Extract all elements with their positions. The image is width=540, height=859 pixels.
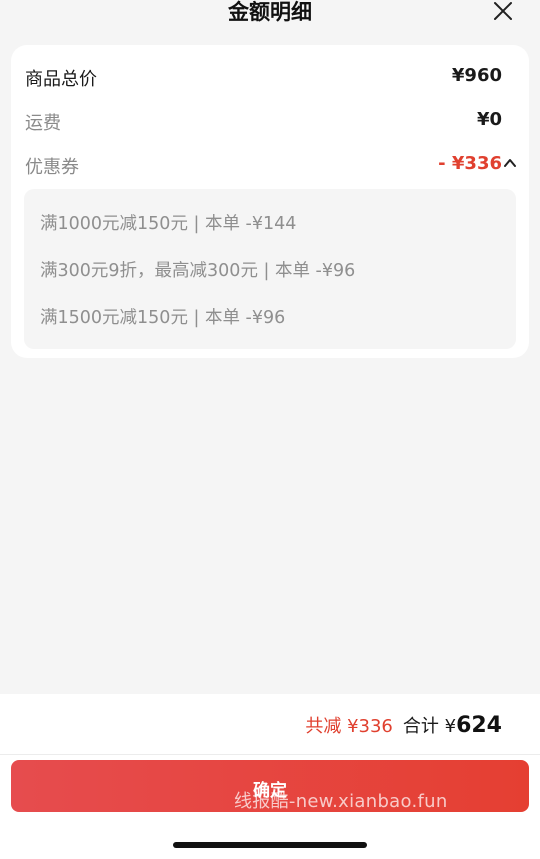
discount-total: 共减 ¥336 xyxy=(305,716,393,737)
amount-detail-sheet: 金额明细 商品总价 ¥960 运费 ¥0 优惠券 - ¥336 满1000元减1… xyxy=(0,0,540,859)
total-value: 624 xyxy=(456,713,502,738)
row-shipping: 运费 ¥0 xyxy=(25,109,515,135)
shipping-value: ¥0 xyxy=(476,109,502,130)
coupon-label: 优惠券 xyxy=(25,157,79,178)
goods-total-label: 商品总价 xyxy=(25,69,97,90)
bottom-bar: 共减 ¥336 合计 ¥624 确定 线报酷-new.xianbao.fun xyxy=(0,694,540,859)
header: 金额明细 xyxy=(0,0,540,30)
order-summary: 共减 ¥336 合计 ¥624 xyxy=(305,712,502,742)
row-goods-total: 商品总价 ¥960 xyxy=(25,65,515,91)
page-title: 金额明细 xyxy=(228,0,312,24)
coupon-value: - ¥336 xyxy=(438,153,502,174)
row-coupon-toggle[interactable]: 优惠券 - ¥336 xyxy=(25,153,517,179)
coupon-item: 满300元9折，最高减300元 | 本单 -¥96 xyxy=(40,261,356,281)
coupon-item: 满1500元减150元 | 本单 -¥96 xyxy=(40,308,286,328)
coupon-list: 满1000元减150元 | 本单 -¥144 满300元9折，最高减300元 |… xyxy=(24,189,516,349)
chevron-up-icon[interactable] xyxy=(503,156,517,170)
watermark: 线报酷-new.xianbao.fun xyxy=(234,791,448,812)
close-button[interactable] xyxy=(492,0,514,22)
coupon-item: 满1000元减150元 | 本单 -¥144 xyxy=(40,214,297,234)
divider xyxy=(0,754,540,755)
home-indicator xyxy=(173,842,367,848)
price-breakdown-card: 商品总价 ¥960 运费 ¥0 优惠券 - ¥336 满1000元减150元 |… xyxy=(11,45,529,358)
goods-total-value: ¥960 xyxy=(451,65,502,86)
total-label: 合计 ¥ xyxy=(402,716,457,737)
close-icon xyxy=(494,2,512,20)
shipping-label: 运费 xyxy=(25,113,61,134)
